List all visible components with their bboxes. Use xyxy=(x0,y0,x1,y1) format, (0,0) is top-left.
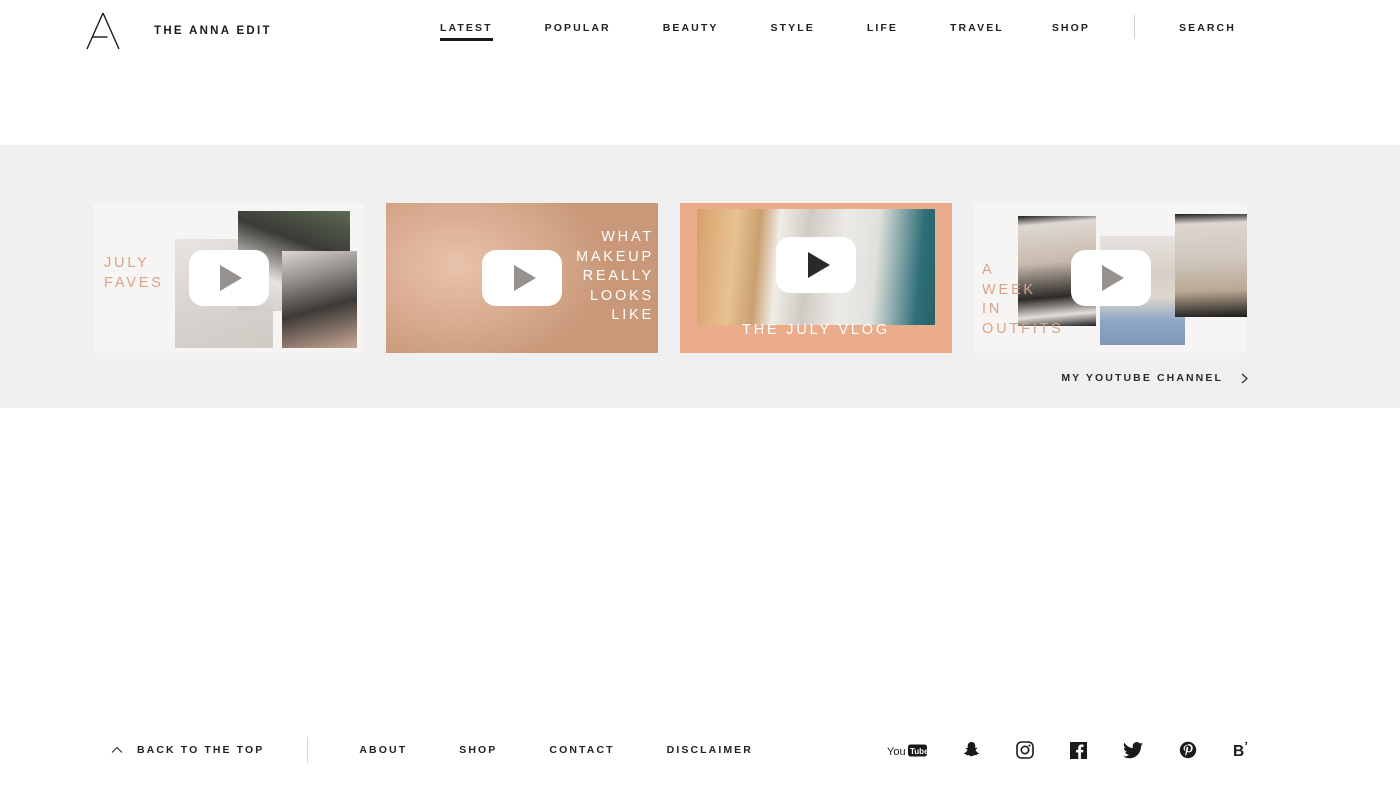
nav-item-latest[interactable]: LATEST xyxy=(440,22,493,41)
footer-link-shop[interactable]: SHOP xyxy=(459,744,497,756)
svg-text:B: B xyxy=(1233,743,1244,759)
my-youtube-channel-label: MY YOUTUBE CHANNEL xyxy=(1061,372,1223,384)
footer-social-icons: You Tube B ’ xyxy=(887,741,1252,759)
video-caption: JULY FAVES xyxy=(104,255,164,291)
play-triangle-icon xyxy=(1102,265,1124,291)
nav-item-beauty[interactable]: BEAUTY xyxy=(663,22,719,41)
back-to-the-top-link[interactable]: BACK TO THE TOP xyxy=(111,744,264,756)
instagram-photo[interactable] xyxy=(0,408,68,714)
instagram-photo[interactable] xyxy=(1267,408,1400,714)
nav-item-travel[interactable]: TRAVEL xyxy=(950,22,1004,41)
brand-name: THE ANNA EDIT xyxy=(154,25,272,37)
facebook-icon[interactable] xyxy=(1070,741,1087,759)
footer-divider xyxy=(307,737,309,763)
main-navigation: LATEST POPULAR BEAUTY STYLE LIFE TRAVEL … xyxy=(440,15,1236,43)
site-footer: BACK TO THE TOP ABOUT SHOP CONTACT DISCL… xyxy=(0,714,1400,786)
svg-text:You: You xyxy=(887,746,906,758)
svg-text:Tube: Tube xyxy=(910,747,927,756)
footer-link-about[interactable]: ABOUT xyxy=(359,744,407,756)
footer-link-disclaimer[interactable]: DISCLAIMER xyxy=(667,744,753,756)
pinterest-icon[interactable] xyxy=(1179,741,1197,759)
site-header: THE ANNA EDIT LATEST POPULAR BEAUTY STYL… xyxy=(0,0,1400,145)
nav-item-search[interactable]: SEARCH xyxy=(1179,22,1236,41)
play-button-icon[interactable] xyxy=(776,236,856,293)
bloglovin-icon[interactable]: B ’ xyxy=(1233,742,1252,759)
twitter-icon[interactable] xyxy=(1123,741,1143,759)
snapchat-icon[interactable] xyxy=(963,741,980,759)
instagram-photo-grid: VIEW INSTAGRAM xyxy=(0,408,1400,714)
nav-item-shop[interactable]: SHOP xyxy=(1052,22,1090,41)
video-card-a-week-in-outfits[interactable]: A WEEK IN OUTFITS xyxy=(974,203,1247,353)
play-triangle-icon xyxy=(513,265,536,291)
nav-item-popular[interactable]: POPULAR xyxy=(545,22,611,41)
play-triangle-icon xyxy=(807,251,830,278)
play-button-icon[interactable] xyxy=(188,250,269,306)
instagram-photo[interactable] xyxy=(366,408,668,714)
brand-logo-link[interactable]: THE ANNA EDIT xyxy=(82,10,272,52)
play-triangle-icon xyxy=(220,265,242,291)
play-button-icon[interactable] xyxy=(1070,250,1151,306)
video-card-what-makeup-really-looks-like[interactable]: WHAT MAKEUP REALLY LOOKS LIKE xyxy=(386,203,658,353)
footer-link-contact[interactable]: CONTACT xyxy=(549,744,614,756)
youtube-video-section: JULY FAVES WHAT MAKEUP REALLY LOOKS LIKE THE … xyxy=(0,145,1400,408)
chevron-right-icon xyxy=(1241,373,1248,383)
collage-photo xyxy=(282,251,357,348)
chevron-up-icon xyxy=(111,746,123,753)
footer-links: ABOUT SHOP CONTACT DISCLAIMER xyxy=(359,744,753,756)
letter-a-logo-icon xyxy=(86,12,120,50)
instagram-icon[interactable] xyxy=(1016,741,1034,759)
my-youtube-channel-link[interactable]: MY YOUTUBE CHANNEL xyxy=(1061,372,1250,384)
video-card-the-july-vlog[interactable]: THE JULY VLOG xyxy=(680,203,952,353)
video-caption: A WEEK IN OUTFITS xyxy=(982,262,1064,337)
video-card-july-faves[interactable]: JULY FAVES xyxy=(93,203,364,353)
nav-divider xyxy=(1133,15,1135,39)
svg-text:’: ’ xyxy=(1244,742,1248,755)
back-to-the-top-label: BACK TO THE TOP xyxy=(137,744,265,756)
video-caption: WHAT MAKEUP REALLY LOOKS LIKE xyxy=(575,229,654,324)
play-button-icon[interactable] xyxy=(482,250,562,306)
instagram-photo[interactable] xyxy=(967,408,1267,714)
instagram-photo[interactable] xyxy=(668,408,967,714)
nav-item-life[interactable]: LIFE xyxy=(867,22,898,41)
youtube-icon[interactable]: You Tube xyxy=(887,743,927,758)
video-caption: THE JULY VLOG xyxy=(742,322,890,339)
collage-photo xyxy=(1175,214,1247,317)
instagram-photo[interactable] xyxy=(68,408,366,714)
nav-item-style[interactable]: STYLE xyxy=(770,22,814,41)
video-card-row: JULY FAVES WHAT MAKEUP REALLY LOOKS LIKE THE … xyxy=(0,145,1400,353)
